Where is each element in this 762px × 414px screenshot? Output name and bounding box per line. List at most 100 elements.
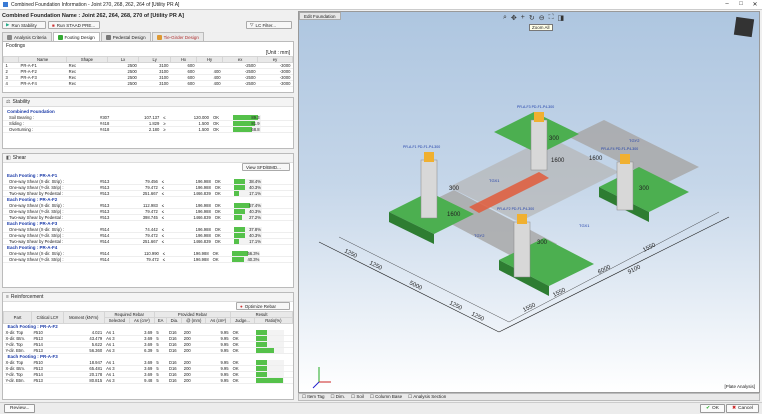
shear-row[interactable]: One-way Shear (X-dir. Strip) : #513 112.98…	[3, 203, 293, 209]
cancel-button[interactable]: ✖ Cancel	[726, 404, 759, 413]
z-axis-icon	[312, 381, 320, 389]
stability-header: ⚖ Stability	[3, 98, 293, 107]
dim-line-3	[338, 236, 510, 323]
dim-toggle[interactable]: ☐ Dim.	[330, 394, 345, 400]
value-cell: 79.472	[124, 256, 161, 263]
column-base-f4	[620, 154, 630, 164]
tab-footing-design[interactable]: Footing Design	[52, 32, 100, 41]
cancel-icon: ✖	[732, 406, 737, 411]
ratio-bar	[256, 366, 285, 371]
col-moment: Moment (kN*m)	[62, 311, 105, 324]
tab-label: Analysis Criteria	[14, 34, 47, 40]
ratio-bar: 40.3%	[233, 185, 262, 190]
lc-filter-button[interactable]: ▽ LC Filter...	[246, 21, 292, 29]
op-cell: ≤	[159, 238, 172, 245]
ok-label: OK	[712, 406, 719, 411]
reinforcement-panel: ≡ Reinforcement ● Optimize Rebar Part Crit…	[2, 292, 294, 400]
3d-viewport[interactable]: Edit Foundation ⌕ ✥ + ↻ ⊖ ⛶ ◨ Zoom All 1…	[298, 11, 760, 393]
footing-cell: 3100	[138, 80, 171, 87]
footing-row[interactable]: 4 PR-A-F4 Rec 2500 3100 600 400 -2500 -3000	[3, 80, 293, 87]
tab-label: Pedestal Design	[112, 34, 146, 40]
item-tag-toggle[interactable]: ☐ Item Tag	[302, 394, 324, 400]
shear-header: ◧ Shear	[3, 154, 293, 163]
op-cell: ≤	[159, 214, 172, 221]
lc-cell: #514	[98, 238, 124, 245]
check-icon: ✔	[706, 406, 711, 411]
tab-analysis-criteria[interactable]: Analysis Criteria	[2, 32, 52, 41]
limit-cell: 1466.839	[171, 238, 213, 245]
view-options-bar: ☐ Item Tag ☐ Dim. ☐ Soil ☐ Column Base ☐…	[298, 393, 760, 401]
soil-toggle[interactable]: ☐ Soil	[351, 394, 364, 400]
soil-label: Soil	[356, 394, 364, 399]
analysis-section-toggle[interactable]: ☐ Analysis Section	[408, 394, 446, 400]
dim-text: 1600	[551, 158, 565, 164]
footing-cell: 400	[196, 80, 223, 87]
ratio-text: 27.2%	[249, 215, 261, 220]
pedestal-label: PR-A-F2 PD-F1-P4-300	[497, 207, 534, 211]
ratio-bar: 40.3%	[233, 209, 262, 214]
criteria-icon	[7, 34, 12, 40]
shear-row[interactable]: Two-way Shear by Pedestal : #513 398.745 ≤1…	[3, 214, 293, 221]
tab-pedestal-design[interactable]: Pedestal Design	[100, 32, 151, 41]
pedestal-label: PR-A-F1 PD-F1-P4-300	[403, 145, 440, 149]
rebar-cell-m: 80.815	[63, 377, 105, 384]
shear-row[interactable]: One-way Shear (Y-dir. Strip) : #513 79.472…	[3, 184, 293, 191]
column-base-toggle[interactable]: ☐ Column Base	[370, 394, 402, 400]
maximize-icon[interactable]: □	[734, 1, 748, 8]
pedestal-f4	[616, 161, 634, 211]
reinforcement-label: Reinforcement	[10, 294, 44, 300]
check-name: Overturning :	[3, 126, 98, 133]
view-sfd-bmd-button[interactable]: View SFD/BMD...	[242, 163, 290, 171]
rebar-cell-dia: D16	[166, 377, 182, 384]
shear-row[interactable]: One-way Shear (Y-dir. Strip) : #513 79.472…	[3, 208, 293, 215]
ratio-bar	[256, 330, 285, 335]
shear-row[interactable]: Two-way Shear by Pedestal : #513 251.667 ≤1…	[3, 190, 293, 197]
review-button[interactable]: Review...	[4, 404, 36, 413]
run-stability-button[interactable]: ▶ Run Stability	[2, 21, 46, 29]
dim-text: 1550	[552, 287, 567, 299]
shear-row[interactable]: Two-way Shear by Pedestal : #514 251.667 ≤1…	[3, 238, 293, 245]
shear-row[interactable]: One-way Shear (X-dir. Strip) : #514 74.442…	[3, 227, 293, 233]
ratio-text: 17.1%	[249, 191, 261, 196]
ok-button[interactable]: ✔ OK	[700, 404, 725, 413]
ratio-fill	[256, 366, 267, 371]
ratio-text: 57.4%	[249, 203, 261, 208]
tab-label: Footing Design	[64, 34, 95, 40]
optimize-rebar-button[interactable]: ● Optimize Rebar	[236, 302, 290, 310]
lc-filter-label: LC Filter...	[255, 22, 276, 28]
view-sfd-label: View SFD/BMD...	[246, 164, 281, 170]
shear-row[interactable]: One-way Shear (X-dir. Strip) : #513 79.456…	[3, 179, 293, 185]
footing-cell: 2500	[107, 80, 139, 87]
limit-cell: 1466.839	[171, 214, 213, 221]
stability-row[interactable]: Overturning : #418 2.180 ≥1.500 OK 68.8	[3, 126, 293, 133]
optimize-label: Optimize Rebar	[244, 303, 276, 309]
shear-row[interactable]: One-way Shear (X-dir. Strip) : #514 110.99…	[3, 251, 293, 257]
shear-row[interactable]: One-way Shear (Y-dir. Strip) : #514 79.472…	[3, 232, 293, 239]
status-cell: OK	[212, 214, 232, 221]
ratio-fill	[256, 360, 267, 365]
close-icon[interactable]: ✕	[748, 1, 762, 8]
pedestal-f3	[530, 119, 548, 171]
ratio-cell: 17.1%	[231, 190, 293, 197]
op-cell: ≤	[159, 190, 172, 197]
minimize-icon[interactable]: –	[720, 1, 734, 8]
footing-cell: Rec	[66, 80, 108, 87]
rebar-row[interactable]: Y-dir. Btm. #513 80.815 As 3 9.48 5 D16 200 9.95…	[3, 377, 293, 384]
stability-icon: ⚖	[6, 99, 11, 105]
shear-row[interactable]: One-way Shear (Y-dir. Strip) : #514 79.472…	[3, 256, 293, 263]
run-staad-button[interactable]: ■ Run STAAD PRE...	[48, 21, 100, 29]
footing-cell: PR-A-F4	[18, 80, 67, 87]
foundation-name: Combined Foundation Name : Joint 262, 26…	[2, 12, 184, 19]
column-base-f1	[424, 152, 434, 162]
ratio-bar: 17.1%	[233, 239, 262, 244]
tab-tie-girder-design[interactable]: Tie-Girder Design	[151, 32, 204, 41]
ratio-bar	[256, 360, 285, 365]
rebar-cell-sel: As 3	[104, 377, 130, 384]
pedestal-f2	[513, 221, 531, 278]
check-name: Two-way Shear by Pedestal :	[3, 190, 98, 197]
lc-cell: #514	[98, 256, 125, 263]
reinforcement-header: ≡ Reinforcement	[3, 293, 293, 302]
value-cell: 251.667	[123, 238, 160, 245]
status-cell: OK	[212, 190, 232, 197]
tab-strip: Analysis Criteria Footing Design Pedesta…	[2, 32, 204, 41]
